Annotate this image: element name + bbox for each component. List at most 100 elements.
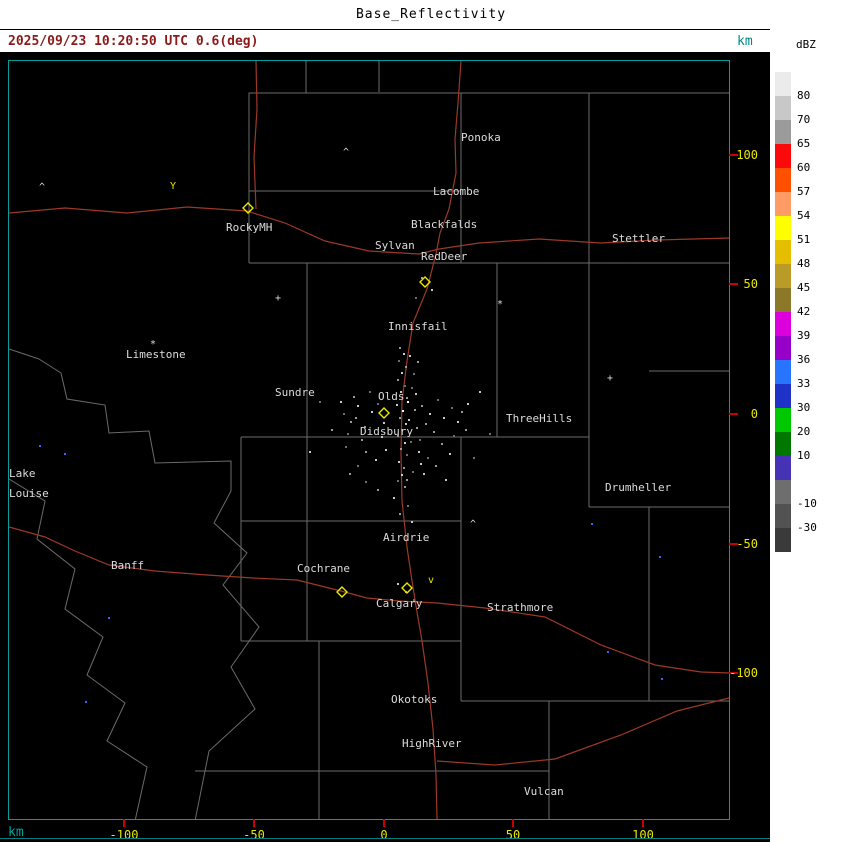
bottom-axis-tick xyxy=(512,819,514,827)
map-point-blue xyxy=(108,617,110,619)
radar-echo-pixel xyxy=(407,505,409,507)
municipal-boundary xyxy=(306,61,729,93)
city-label: Louise xyxy=(9,487,49,500)
radar-echo-pixel xyxy=(396,404,398,406)
city-label: Sundre xyxy=(275,386,315,399)
radar-echo-pixel xyxy=(437,399,439,401)
map-symbol-icon: * xyxy=(497,299,503,310)
city-label: Sylvan xyxy=(375,239,415,252)
radar-echo-pixel xyxy=(453,435,455,437)
map-symbol-icon: ^ xyxy=(343,147,349,158)
legend-value-label: 60 xyxy=(797,161,831,174)
window-title: Base_Reflectivity xyxy=(0,7,862,22)
bottom-axis-tick xyxy=(123,819,125,827)
city-label: Airdrie xyxy=(383,531,429,544)
legend-value-label: 20 xyxy=(797,425,831,438)
bottom-axis-label: -50 xyxy=(234,828,274,842)
radar-echo-pixel xyxy=(400,448,402,450)
map-point-blue xyxy=(591,523,593,525)
radar-echo-pixel xyxy=(357,405,359,407)
legend-swatch-30 xyxy=(775,384,791,408)
radar-map[interactable]: Yv^^^+*+*PonokaLacombeBlackfaldsSylvanRe… xyxy=(9,61,729,819)
legend-swatch-42 xyxy=(775,288,791,312)
map-point-blue xyxy=(661,678,663,680)
legend-value-label: 80 xyxy=(797,89,831,102)
bottom-axis-label: -100 xyxy=(104,828,144,842)
map-symbol-icon: v xyxy=(428,575,434,586)
radar-echo-pixel xyxy=(417,361,419,363)
radar-echo-pixel xyxy=(418,451,420,453)
radar-echo-pixel xyxy=(467,403,469,405)
radar-echo-pixel xyxy=(431,289,433,291)
radar-echo-pixel xyxy=(411,521,413,523)
radar-echo-pixel xyxy=(401,372,403,374)
radar-echo-pixel xyxy=(465,429,467,431)
radar-echo-pixel xyxy=(404,486,406,488)
radar-echo-pixel xyxy=(331,429,333,431)
legend-value-label: 30 xyxy=(797,401,831,414)
radar-echo-pixel xyxy=(383,422,385,424)
radar-echo-pixel xyxy=(365,451,367,453)
legend-value-label: 65 xyxy=(797,137,831,150)
legend-value-label: -10 xyxy=(797,497,831,510)
map-symbol-icon: ^ xyxy=(39,182,45,193)
highway-line xyxy=(437,698,729,765)
radar-echo-pixel xyxy=(349,473,351,475)
radar-echo-pixel xyxy=(441,443,443,445)
unit-label-top: km xyxy=(737,34,753,49)
radar-echo-pixel xyxy=(350,421,352,423)
legend-swatch-70 xyxy=(775,96,791,120)
radar-echo-pixel xyxy=(414,409,416,411)
bottom-axis-tick xyxy=(642,819,644,827)
radar-echo-pixel xyxy=(419,439,421,441)
city-label: Cochrane xyxy=(297,562,350,575)
radar-echo-pixel xyxy=(449,453,451,455)
right-axis-label: 0 xyxy=(726,407,758,421)
radar-echo-pixel xyxy=(371,411,373,413)
radar-echo-pixel xyxy=(406,397,408,399)
legend-swatch-48 xyxy=(775,240,791,264)
radar-echo-pixel xyxy=(402,410,404,412)
legend-value-label: 70 xyxy=(797,113,831,126)
radar-echo-pixel xyxy=(353,396,355,398)
legend-swatch-65 xyxy=(775,120,791,144)
municipal-boundary xyxy=(39,359,259,819)
radar-echo-pixel xyxy=(411,387,413,389)
right-axis-label: -100 xyxy=(726,666,758,680)
radar-echo-pixel xyxy=(365,481,367,483)
map-point-blue xyxy=(659,556,661,558)
radar-echo-pixel xyxy=(397,583,399,585)
radar-echo-pixel xyxy=(415,297,417,299)
legend-value-label: 42 xyxy=(797,305,831,318)
legend-value-label: 48 xyxy=(797,257,831,270)
legend-value-label: 10 xyxy=(797,449,831,462)
header-bar: Base_Reflectivity 2025/09/23 10:20:50 UT… xyxy=(0,0,862,52)
legend-swatch--30 xyxy=(775,504,791,528)
bottom-axis-tick xyxy=(383,819,385,827)
radar-echo-pixel xyxy=(473,457,475,459)
scan-timestamp: 2025/09/23 10:20:50 UTC 0.6(deg) xyxy=(8,34,258,49)
legend-value-label: 51 xyxy=(797,233,831,246)
legend-swatch xyxy=(775,528,791,552)
city-label: HighRiver xyxy=(402,737,462,750)
radar-echo-pixel xyxy=(406,454,408,456)
city-label: Calgary xyxy=(376,597,423,610)
map-symbol-icon: + xyxy=(275,293,281,304)
radar-echo-pixel xyxy=(357,465,359,467)
highway-line xyxy=(9,527,729,673)
radar-echo-pixel xyxy=(345,446,347,448)
legend-value-label: -30 xyxy=(797,521,831,534)
municipal-boundary xyxy=(249,93,461,191)
right-axis-label: 100 xyxy=(726,148,758,162)
legend-swatch-57 xyxy=(775,168,791,192)
city-label: Blackfalds xyxy=(411,218,477,231)
radar-echo-pixel xyxy=(443,417,445,419)
radar-echo-pixel xyxy=(416,427,418,429)
radar-echo-pixel xyxy=(403,353,405,355)
map-point-blue xyxy=(39,445,41,447)
map-symbol-icon: ^ xyxy=(470,519,476,530)
radar-echo-pixel xyxy=(404,442,406,444)
city-label: Olds xyxy=(378,390,405,403)
radar-echo-pixel xyxy=(413,373,415,375)
radar-map-frame: Yv^^^+*+*PonokaLacombeBlackfaldsSylvanRe… xyxy=(8,60,730,820)
